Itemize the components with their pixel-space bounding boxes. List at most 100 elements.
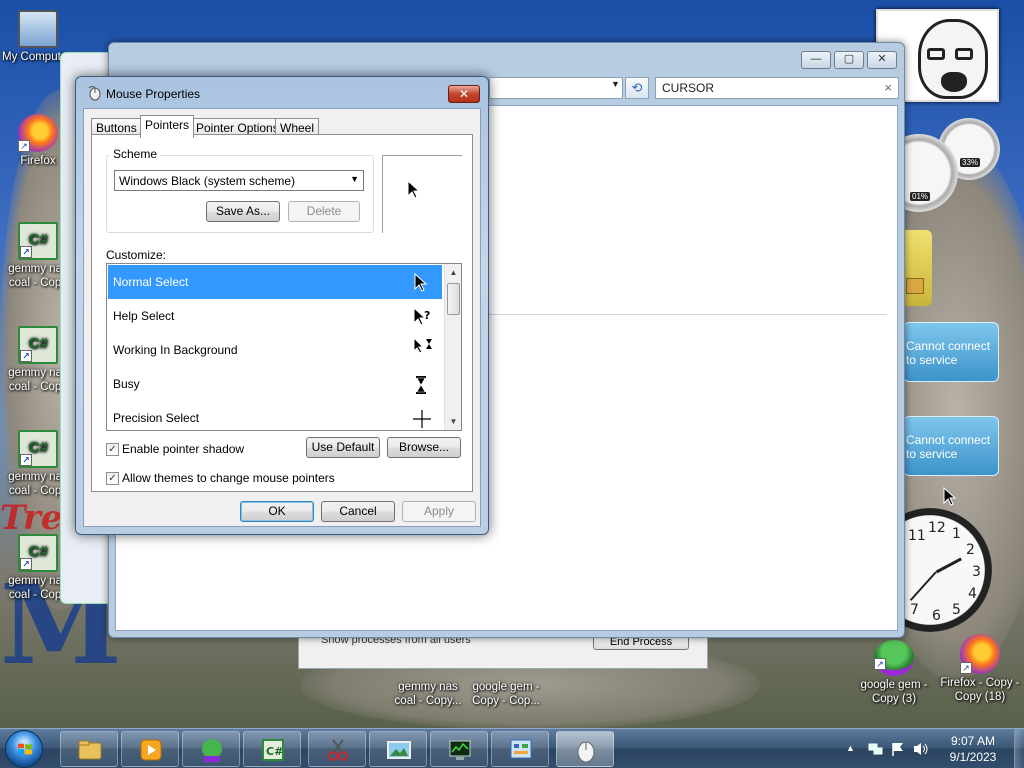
taskbar-explorer-button[interactable]: [60, 731, 118, 767]
pointer-name: Normal Select: [113, 275, 189, 289]
task-manager-icon: [449, 740, 471, 760]
list-scrollbar[interactable]: ▲ ▼: [444, 264, 461, 430]
csharp-icon: C# ↗: [18, 326, 58, 364]
taskbar-media-player-button[interactable]: [121, 731, 179, 767]
pointer-list[interactable]: Normal Select Help Select ? Working In B…: [106, 263, 462, 431]
clock-number: 5: [952, 602, 961, 618]
shortcut-arrow-icon: ↗: [874, 658, 886, 670]
clock-number: 12: [928, 520, 946, 536]
mouse-icon: [577, 741, 595, 763]
desktop-icon-google-gem-3[interactable]: ↗ google gem - Copy (3): [858, 640, 930, 706]
taskbar-task-manager-button[interactable]: [430, 731, 488, 767]
browse-button[interactable]: Browse...: [387, 437, 461, 458]
chevron-down-icon[interactable]: ▼: [611, 79, 620, 89]
csharp-icon: C# ↗: [18, 430, 58, 468]
minimize-button[interactable]: —: [801, 51, 831, 69]
pointer-name: Working In Background: [113, 343, 238, 357]
media-player-icon: [140, 739, 162, 761]
shortcut-arrow-icon: ↗: [20, 246, 32, 258]
taskbar-clock[interactable]: 9:07 AM 9/1/2023: [940, 733, 1006, 765]
delete-button[interactable]: Delete: [288, 201, 360, 222]
svg-text:C#: C#: [266, 745, 283, 758]
clock-number: 2: [966, 542, 975, 558]
desktop-icon-label: gemmy nas coal - Copy...: [394, 681, 462, 707]
search-value: CURSOR: [662, 81, 715, 95]
save-as-button[interactable]: Save As...: [206, 201, 280, 222]
dialog-body: Buttons Pointers Pointer Options Wheel S…: [83, 108, 481, 527]
notification-gadget-1[interactable]: Cannot connect to service: [903, 322, 999, 382]
shortcut-arrow-icon: ↗: [960, 662, 972, 674]
picture-icon: [387, 741, 411, 759]
clock-number: 6: [932, 608, 941, 624]
scheme-select[interactable]: Windows Black (system scheme) ▼: [114, 170, 364, 191]
taskbar-frog-app-button[interactable]: [182, 731, 240, 767]
csharp-icon: C# ↗: [18, 222, 58, 260]
frog-icon: ↗: [874, 640, 914, 676]
hourglass-icon: [416, 376, 426, 394]
shortcut-arrow-icon: ↗: [20, 558, 32, 570]
working-cursor-icon: [413, 337, 432, 354]
clock-number: 7: [910, 602, 919, 618]
allow-themes-label: Allow themes to change mouse pointers: [122, 471, 335, 485]
folder-icon: [78, 740, 102, 760]
network-icon[interactable]: [868, 741, 884, 757]
maximize-button[interactable]: ▢: [834, 51, 864, 69]
taskbar: C# ▲ 9:07 AM 9/1/2023: [0, 728, 1024, 768]
separator: [486, 314, 887, 315]
desktop-icon-label: google gem - Copy - Cop...: [472, 681, 540, 707]
scheme-selected-value: Windows Black (system scheme): [119, 174, 296, 188]
notification-gadget-2[interactable]: Cannot connect to service: [903, 416, 999, 476]
soyjak-face-icon: [918, 19, 988, 99]
show-desktop-button[interactable]: [1014, 729, 1024, 768]
list-item-normal-select[interactable]: Normal Select: [108, 265, 442, 299]
search-input[interactable]: CURSOR ×: [655, 77, 899, 99]
show-hidden-icons-button[interactable]: ▲: [846, 743, 855, 753]
computer-icon: [18, 10, 58, 48]
apply-button[interactable]: Apply: [402, 501, 476, 522]
close-button[interactable]: ✕: [867, 51, 897, 69]
address-bar[interactable]: [489, 77, 623, 99]
clear-search-icon[interactable]: ×: [884, 80, 892, 95]
help-cursor-icon: ?: [413, 307, 430, 326]
dialog-close-button[interactable]: ✕: [448, 85, 480, 103]
list-item-working-in-background[interactable]: Working In Background: [108, 333, 442, 367]
memory-meter-value: 01%: [910, 192, 931, 201]
firefox-icon: ↗: [960, 634, 1000, 674]
taskbar-csharp-app-button[interactable]: C#: [243, 731, 301, 767]
cancel-button[interactable]: Cancel: [321, 501, 395, 522]
enable-pointer-shadow-checkbox[interactable]: ✓: [106, 443, 119, 456]
csharp-icon: C#: [262, 739, 284, 761]
allow-themes-checkbox[interactable]: ✓: [106, 472, 119, 485]
taskbar-control-panel-button[interactable]: [491, 731, 549, 767]
taskbar-picture-viewer-button[interactable]: [369, 731, 427, 767]
clock-time: 9:07 AM: [950, 734, 996, 748]
taskbar-snipping-tool-button[interactable]: [308, 731, 366, 767]
scroll-up-icon[interactable]: ▲: [445, 264, 461, 281]
mouse-cursor-icon: [943, 487, 957, 506]
chip-icon: [906, 278, 924, 294]
scroll-down-icon[interactable]: ▼: [445, 413, 461, 430]
windows-logo-icon: [18, 743, 32, 755]
list-item-busy[interactable]: Busy: [108, 367, 442, 401]
scheme-group-label: Scheme: [110, 147, 161, 161]
list-item-precision-select[interactable]: Precision Select: [108, 401, 442, 430]
ok-button[interactable]: OK: [240, 501, 314, 522]
glasses-icon: [955, 48, 973, 60]
clock-number: 1: [952, 526, 961, 542]
list-item-help-select[interactable]: Help Select ?: [108, 299, 442, 333]
desktop-icon-firefox-copy-18[interactable]: ↗ Firefox - Copy - Copy (18): [938, 634, 1022, 704]
scrollbar-thumb[interactable]: [447, 283, 460, 315]
use-default-button[interactable]: Use Default: [306, 437, 380, 458]
sim-card-gadget[interactable]: [902, 230, 932, 306]
action-center-flag-icon[interactable]: [890, 741, 906, 757]
tab-pointers[interactable]: Pointers: [140, 115, 195, 138]
firefox-icon: ↗: [18, 114, 58, 152]
open-mouth-icon: [941, 72, 967, 92]
mouse-properties-dialog[interactable]: Mouse Properties ✕ Buttons Pointers Poin…: [75, 76, 489, 535]
taskbar-mouse-properties-button[interactable]: [556, 731, 614, 767]
clock-number: 4: [968, 586, 977, 602]
refresh-button[interactable]: ⟲: [625, 77, 649, 99]
clock-gadget[interactable]: 11 12 1 2 3 4 5 6 7: [868, 508, 1000, 632]
start-button[interactable]: [5, 730, 43, 768]
volume-icon[interactable]: [912, 741, 930, 757]
